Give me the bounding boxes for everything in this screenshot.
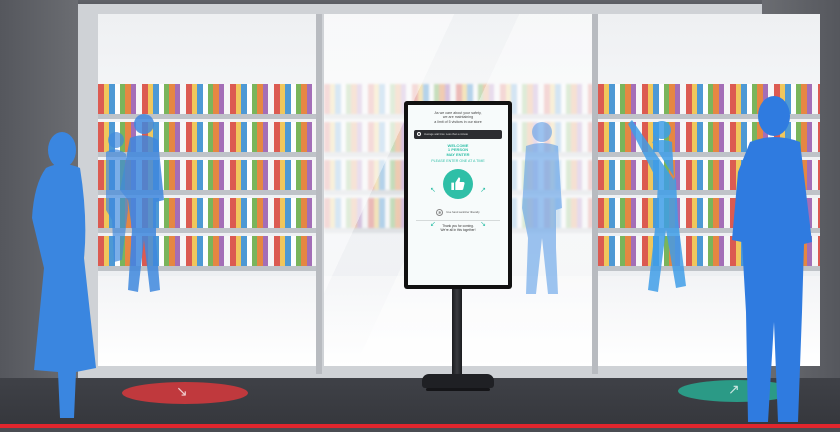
floor-arrow-icon: ↘ bbox=[176, 383, 188, 399]
kiosk-sanitizer-row: ✻ Use hand sanitizer liberally bbox=[408, 208, 508, 216]
kiosk-divider bbox=[416, 219, 500, 221]
arrow-icon: ↙ bbox=[430, 221, 436, 228]
digital-signage-kiosk: As we care about your safety, we are mai… bbox=[404, 101, 512, 289]
hand-sanitizer-icon: ✻ bbox=[436, 208, 444, 216]
man-silhouette-right bbox=[732, 96, 812, 422]
shopper-silhouette bbox=[628, 120, 686, 292]
door-post-right bbox=[592, 14, 598, 374]
kiosk-thanks-text: Thank you for coming. We're all in this … bbox=[440, 224, 476, 233]
kiosk-wait-bar: Average wait time: Less than a minute bbox=[414, 129, 502, 139]
arrow-icon: ↗ bbox=[480, 187, 486, 194]
bottom-accent-line bbox=[0, 424, 840, 428]
kiosk-display: As we care about your safety, we are mai… bbox=[408, 105, 508, 285]
kiosk-enter-instruction: PLEASE ENTER ONE AT A TIME bbox=[431, 158, 485, 163]
kiosk-stand-pole bbox=[452, 289, 462, 377]
store-entrance-scene: ↘ ↗ As we care about your safety, we are… bbox=[0, 0, 840, 432]
shopper-silhouette bbox=[106, 114, 164, 292]
kiosk-sanitizer-text: Use hand sanitizer liberally bbox=[446, 210, 480, 215]
kiosk-wait-text: Average wait time: Less than a minute bbox=[424, 132, 468, 136]
woman-silhouette-left bbox=[32, 132, 96, 418]
arrow-icon: ↘ bbox=[480, 221, 486, 228]
kiosk-stand-base bbox=[422, 374, 494, 391]
clock-icon bbox=[417, 132, 421, 137]
kiosk-welcome-text: WELCOME 1 PERSON MAY ENTER bbox=[446, 142, 470, 158]
kiosk-safety-notice: As we care about your safety, we are mai… bbox=[434, 111, 482, 124]
thumbs-up-icon bbox=[443, 168, 473, 199]
arrow-icon: ↖ bbox=[430, 187, 436, 194]
shopper-silhouette bbox=[522, 122, 562, 294]
door-post-left bbox=[316, 14, 322, 374]
